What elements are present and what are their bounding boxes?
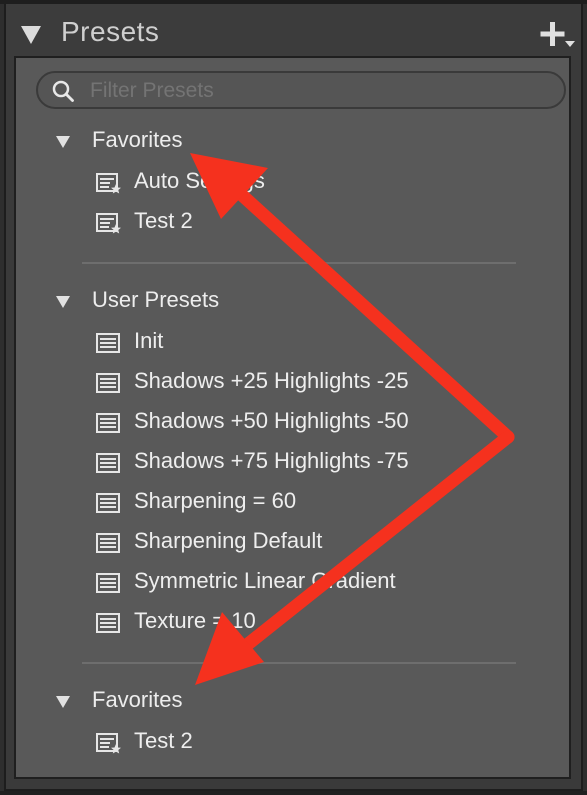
preset-icon [96,493,122,515]
preset-item-test-2[interactable]: Test 2 [96,207,536,239]
preset-item-init[interactable]: Init [96,327,536,359]
group-favorites-bottom[interactable]: Favorites [50,687,450,719]
presets-header[interactable]: Presets [6,4,581,60]
group-favorites[interactable]: Favorites [50,127,450,159]
preset-icon [96,573,122,595]
preset-label: Symmetric Linear Gradient [134,568,396,593]
expand-triangle-icon[interactable] [56,296,70,308]
preset-label: Shadows +75 Highlights -75 [134,448,409,473]
filter-presets-input[interactable] [88,76,552,106]
preset-label: Texture = 10 [134,608,256,633]
preset-item-auto-settings[interactable]: Auto Settings [96,167,536,199]
preset-icon [96,453,122,475]
preset-label: Test 2 [134,208,193,233]
preset-label: Shadows +25 Highlights -25 [134,368,409,393]
group-divider [82,262,516,264]
group-divider [82,662,516,664]
preset-icon [96,413,122,435]
panel-title: Presets [61,16,160,47]
bottom-border [0,791,587,795]
preset-item-sharpening-60[interactable]: Sharpening = 60 [96,487,536,519]
collapse-triangle-icon[interactable] [21,26,41,44]
expand-triangle-icon[interactable] [56,136,70,148]
group-label: Favorites [92,687,183,712]
preset-item-symmetric-linear-gradient[interactable]: Symmetric Linear Gradient [96,567,536,599]
preset-icon [96,613,122,635]
favorite-preset-icon [96,213,122,235]
preset-label: Init [134,328,164,353]
presets-list-panel: Favorites Auto Settings Test 2 User Pres… [14,56,571,779]
preset-item-test-2[interactable]: Test 2 [96,727,536,759]
expand-triangle-icon[interactable] [56,696,70,708]
preset-item-texture-10[interactable]: Texture = 10 [96,607,536,639]
preset-icon [96,373,122,395]
preset-label: Sharpening Default [134,528,323,553]
preset-label: Test 2 [134,728,193,753]
preset-label: Shadows +50 Highlights -50 [134,408,409,433]
preset-label: Auto Settings [134,168,265,193]
group-user-presets[interactable]: User Presets [50,287,450,319]
preset-item-shadows-50[interactable]: Shadows +50 Highlights -50 [96,407,536,439]
group-label: Favorites [92,127,183,152]
add-preset-icon[interactable] [540,20,576,50]
preset-icon [96,533,122,555]
preset-item-shadows-75[interactable]: Shadows +75 Highlights -75 [96,447,536,479]
favorite-preset-icon [96,733,122,755]
preset-item-shadows-25[interactable]: Shadows +25 Highlights -25 [96,367,536,399]
presets-panel: Presets Favorites Auto Settings Test 2 [4,4,583,791]
filter-presets-box[interactable] [36,71,566,109]
group-label: User Presets [92,287,220,312]
favorite-preset-icon [96,173,122,195]
preset-icon [96,333,122,355]
preset-item-sharpening-default[interactable]: Sharpening Default [96,527,536,559]
search-icon [52,80,74,102]
preset-label: Sharpening = 60 [134,488,297,513]
